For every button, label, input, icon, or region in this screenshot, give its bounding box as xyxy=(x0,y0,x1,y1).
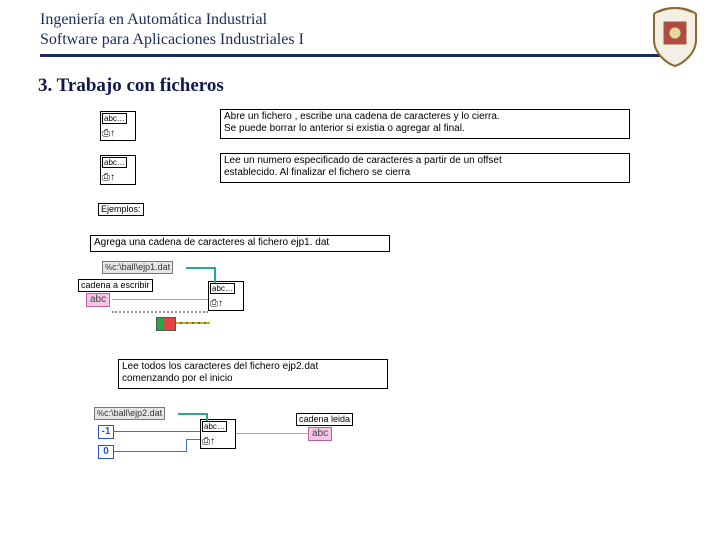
page-header: Ingeniería en Automática Industrial Soft… xyxy=(0,0,720,50)
ex1-path-text: c:\ball\ejp1.dat xyxy=(112,262,170,272)
example2-caption: Lee todos los caracteres del fichero ejp… xyxy=(118,359,388,389)
icon-bot-label: ⎙↑ xyxy=(202,437,215,447)
icon-top-label: abc… xyxy=(210,283,235,294)
write-file-icon: abc… ⎙↑ xyxy=(100,111,136,141)
ex1-input-label: cadena a escribir xyxy=(78,279,153,292)
ex2-path-box: %c:\ball\ejp2.dat xyxy=(94,407,165,420)
ex2-num-offset: 0 xyxy=(98,445,114,459)
header-line-1: Ingeniería en Automática Industrial xyxy=(40,10,720,30)
icon-bot-label: ⎙↑ xyxy=(102,129,115,139)
icon-bot-label: ⎙↑ xyxy=(102,173,115,183)
header-rule xyxy=(40,54,680,57)
error-wire xyxy=(176,322,210,324)
ex2-num-count: -1 xyxy=(98,425,114,439)
row2-description: Lee un numero especificado de caracteres… xyxy=(220,153,630,183)
dotted-wire xyxy=(112,311,208,313)
icon-top-label: abc… xyxy=(102,113,127,124)
row1-description: Abre un fichero , escribe una cadena de … xyxy=(220,109,630,139)
examples-label: Ejemplos: xyxy=(98,203,144,216)
ex1-path-box: %c:\ball\ejp1.dat xyxy=(102,261,173,274)
icon-bot-label: ⎙↑ xyxy=(210,299,223,309)
content-area: abc… ⎙↑ Abre un fichero , escribe una ca… xyxy=(100,111,660,511)
ex2-path-text: c:\ball\ejp2.dat xyxy=(104,408,162,418)
read-file-icon: abc… ⎙↑ xyxy=(100,155,136,185)
example1-caption: Agrega una cadena de caracteres al fiche… xyxy=(90,235,390,252)
ex1-input-value: abc xyxy=(86,293,110,307)
crest-icon xyxy=(648,6,702,68)
section-title: 3. Trabajo con ficheros xyxy=(38,75,720,97)
ex2-read-icon: abc… ⎙↑ xyxy=(200,419,236,449)
icon-top-label: abc… xyxy=(202,421,227,432)
ex2-output-label: cadena leida xyxy=(296,413,353,426)
header-line-2: Software para Aplicaciones Industriales … xyxy=(40,30,720,50)
ex1-write-icon: abc… ⎙↑ xyxy=(208,281,244,311)
ex2-output-value: abc xyxy=(308,427,332,441)
icon-top-label: abc… xyxy=(102,157,127,168)
stop-glyph-icon xyxy=(156,317,176,331)
